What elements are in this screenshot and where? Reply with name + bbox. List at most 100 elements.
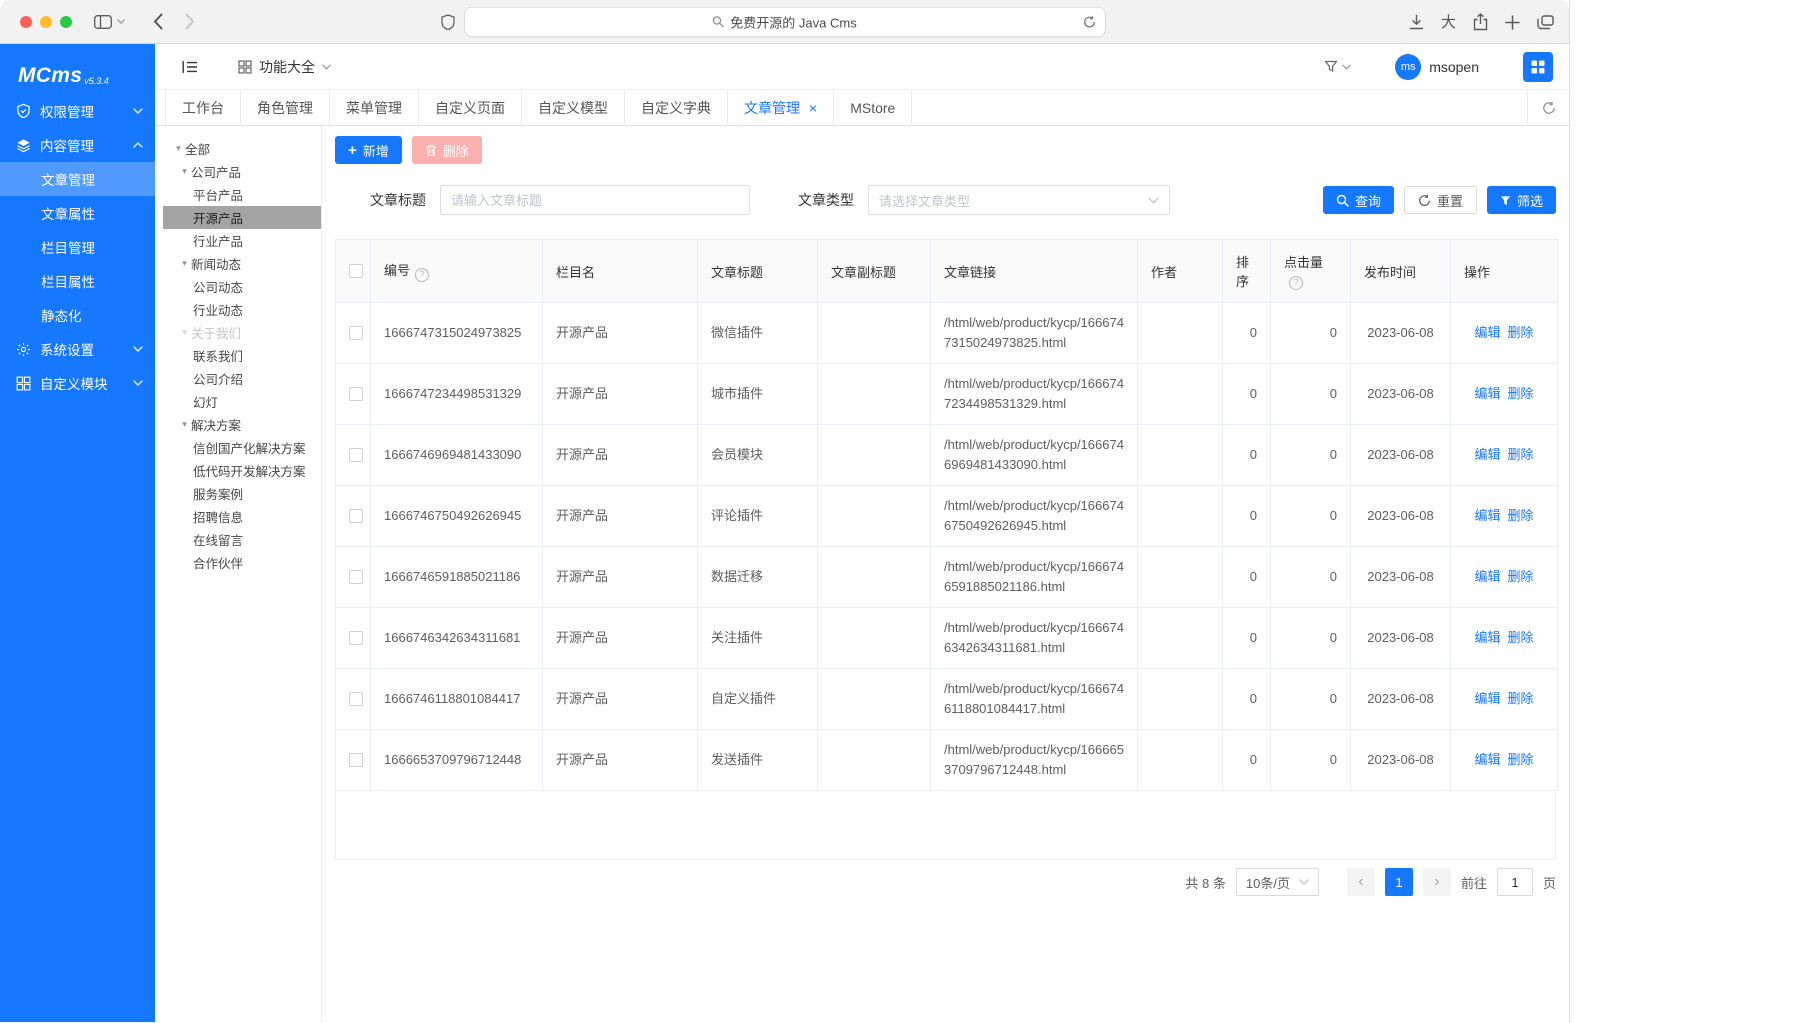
next-page-button[interactable]: › (1423, 868, 1451, 896)
sidebar-subitem-article-attr[interactable]: 文章属性 (0, 196, 155, 230)
edit-link[interactable]: 编辑 (1474, 752, 1500, 767)
filter-button[interactable]: 筛选 (1487, 186, 1556, 214)
row-checkbox[interactable] (349, 753, 363, 767)
close-window-button[interactable] (20, 16, 32, 28)
collapse-sidebar-icon[interactable] (182, 60, 198, 74)
tree-item-platform-products[interactable]: 平台产品 (155, 183, 321, 206)
user-avatar[interactable]: ms (1395, 54, 1421, 80)
delete-link[interactable]: 删除 (1508, 630, 1534, 645)
privacy-shield-icon[interactable] (441, 14, 455, 30)
edit-link[interactable]: 编辑 (1474, 691, 1500, 706)
minimize-window-button[interactable] (40, 16, 52, 28)
tree-item-about[interactable]: ▾关于我们 (155, 321, 321, 344)
row-checkbox[interactable] (349, 326, 363, 340)
sidebar-subitem-column-attr[interactable]: 栏目属性 (0, 264, 155, 298)
search-button[interactable]: 查询 (1323, 186, 1394, 214)
delete-link[interactable]: 删除 (1508, 325, 1534, 340)
row-checkbox[interactable] (349, 631, 363, 645)
delete-link[interactable]: 删除 (1508, 508, 1534, 523)
sidebar-item-custom-module[interactable]: 自定义模块 (0, 366, 155, 400)
row-checkbox[interactable] (349, 448, 363, 462)
tab-workbench[interactable]: 工作台 (165, 90, 241, 125)
current-page-button[interactable]: 1 (1385, 868, 1413, 896)
delete-link[interactable]: 删除 (1508, 752, 1534, 767)
new-tab-icon[interactable] (1505, 15, 1520, 30)
row-checkbox[interactable] (349, 570, 363, 584)
close-icon[interactable]: × (809, 101, 817, 115)
tab-overview-icon[interactable] (1537, 15, 1554, 30)
tree-item-company-intro[interactable]: 公司介绍 (155, 367, 321, 390)
zoom-window-button[interactable] (60, 16, 72, 28)
tree-item-jobs[interactable]: 招聘信息 (155, 505, 321, 528)
edit-link[interactable]: 编辑 (1474, 386, 1500, 401)
sidebar-subitem-column-manage[interactable]: 栏目管理 (0, 230, 155, 264)
tab-menu[interactable]: 菜单管理 (330, 90, 419, 125)
title-filter-input[interactable] (440, 185, 750, 215)
tree-item-slides[interactable]: 幻灯 (155, 390, 321, 413)
forward-icon[interactable] (185, 13, 195, 30)
tree-item-messages[interactable]: 在线留言 (155, 528, 321, 551)
username-text[interactable]: msopen (1429, 59, 1479, 75)
theme-button[interactable] (1324, 60, 1351, 73)
sidebar-subitem-article-manage[interactable]: 文章管理 (0, 162, 155, 196)
sidebar-subitem-static[interactable]: 静态化 (0, 298, 155, 332)
tree-item-industry-products[interactable]: 行业产品 (155, 229, 321, 252)
tree-item-news[interactable]: ▾新闻动态 (155, 252, 321, 275)
tree-item-service-cases[interactable]: 服务案例 (155, 482, 321, 505)
help-icon[interactable]: ? (415, 268, 429, 282)
tree-item-company-products[interactable]: ▾公司产品 (155, 160, 321, 183)
delete-link[interactable]: 删除 (1508, 386, 1534, 401)
tab-custom-dict[interactable]: 自定义字典 (625, 90, 728, 125)
tree-item-company-news[interactable]: 公司动态 (155, 275, 321, 298)
type-filter-select[interactable]: 请选择文章类型 (868, 185, 1170, 215)
tree-item-lowcode-solution[interactable]: 低代码开发解决方案 (155, 459, 321, 482)
tree-item-partners[interactable]: 合作伙伴 (155, 551, 321, 574)
edit-link[interactable]: 编辑 (1474, 508, 1500, 523)
filter-actions: 查询 重置 (1323, 186, 1556, 214)
edit-link[interactable]: 编辑 (1474, 447, 1500, 462)
feature-menu-button[interactable]: 功能大全 (238, 57, 331, 77)
downloads-icon[interactable] (1409, 14, 1424, 30)
row-checkbox[interactable] (349, 387, 363, 401)
address-bar[interactable]: 免费开源的 Java Cms (465, 7, 1105, 36)
help-icon[interactable]: ? (1289, 276, 1303, 290)
reload-icon[interactable] (1083, 15, 1096, 28)
tab-article-manage[interactable]: 文章管理× (728, 90, 834, 125)
tab-custom-model[interactable]: 自定义模型 (522, 90, 625, 125)
reset-button[interactable]: 重置 (1404, 186, 1477, 214)
row-checkbox[interactable] (349, 692, 363, 706)
tree-item-industry-news[interactable]: 行业动态 (155, 298, 321, 321)
text-size-icon[interactable]: 大 (1441, 15, 1456, 30)
tree-item-solutions[interactable]: ▾解决方案 (155, 413, 321, 436)
prev-page-button[interactable]: ‹ (1347, 868, 1375, 896)
browser-sidebar-toggle-icon[interactable] (94, 15, 112, 29)
header-checkbox[interactable] (349, 264, 363, 278)
delete-link[interactable]: 删除 (1508, 691, 1534, 706)
tab-role[interactable]: 角色管理 (241, 90, 330, 125)
back-icon[interactable] (153, 13, 163, 30)
tree-item-all[interactable]: ▾全部 (155, 137, 321, 160)
sidebar-chevron-icon[interactable] (117, 19, 125, 24)
tree-item-label: 行业动态 (193, 300, 243, 319)
sidebar-item-content[interactable]: 内容管理 (0, 128, 155, 162)
tree-item-contact[interactable]: 联系我们 (155, 344, 321, 367)
add-button[interactable]: + 新增 (335, 136, 402, 164)
page-size-select[interactable]: 10条/页 (1236, 868, 1319, 896)
tree-item-xinchuang-solution[interactable]: 信创国产化解决方案 (155, 436, 321, 459)
apps-grid-button[interactable] (1523, 52, 1553, 82)
row-checkbox[interactable] (349, 509, 363, 523)
share-icon[interactable] (1473, 13, 1488, 31)
tree-item-opensource-products[interactable]: 开源产品 (163, 206, 321, 229)
delete-link[interactable]: 删除 (1508, 447, 1534, 462)
sidebar-item-permissions[interactable]: 权限管理 (0, 94, 155, 128)
sidebar-item-system[interactable]: 系统设置 (0, 332, 155, 366)
delete-link[interactable]: 删除 (1508, 569, 1534, 584)
tab-mstore[interactable]: MStore (834, 90, 912, 125)
tab-custom-page[interactable]: 自定义页面 (419, 90, 522, 125)
tab-refresh-icon[interactable] (1527, 90, 1569, 126)
edit-link[interactable]: 编辑 (1474, 569, 1500, 584)
delete-button[interactable]: 删除 (412, 136, 482, 164)
goto-page-input[interactable] (1497, 868, 1533, 896)
edit-link[interactable]: 编辑 (1474, 630, 1500, 645)
edit-link[interactable]: 编辑 (1474, 325, 1500, 340)
